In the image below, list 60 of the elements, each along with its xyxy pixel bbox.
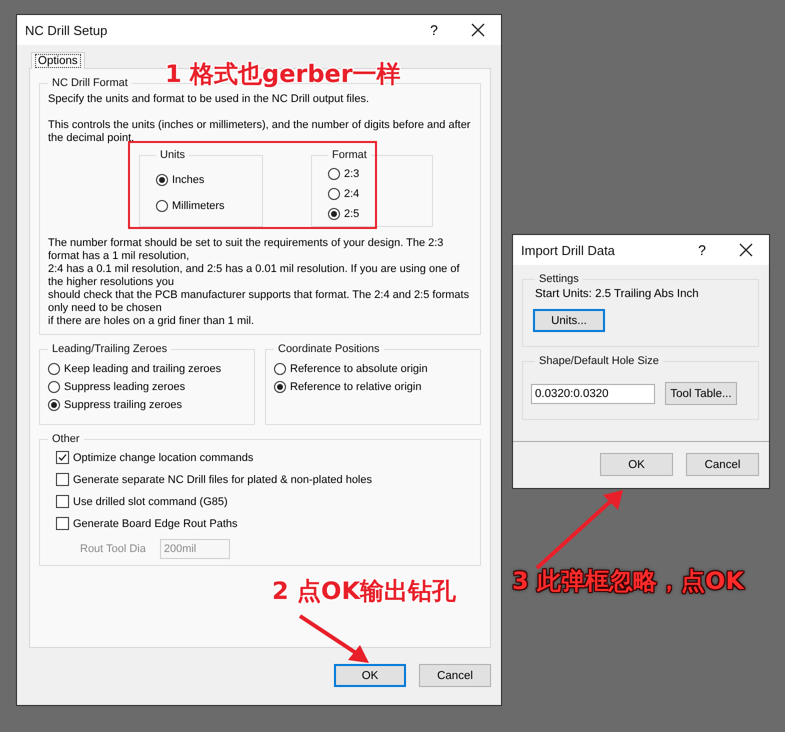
radio-icon[interactable] (156, 200, 168, 212)
radio-option[interactable]: 2:5 (328, 208, 424, 220)
radio-icon[interactable] (274, 381, 286, 393)
group-title: Settings (538, 273, 580, 285)
checkbox-icon[interactable] (56, 451, 69, 464)
field-label: Rout Tool Dia (80, 543, 146, 555)
radio-option[interactable]: Millimeters (156, 200, 254, 212)
group-title: Leading/Trailing Zeroes (51, 343, 168, 355)
dialog-button[interactable]: Cancel (686, 453, 759, 476)
close-icon[interactable] (739, 243, 753, 257)
checkbox-option[interactable]: Use drilled slot command (G85) (56, 495, 472, 508)
radio-icon[interactable] (274, 363, 286, 375)
checkbox-option[interactable]: Generate separate NC Drill files for plated & non-plated holes (56, 473, 472, 486)
close-icon[interactable] (471, 23, 485, 37)
annotation-text: 2 点OK输出钻孔 (272, 577, 456, 605)
tab[interactable]: Options (31, 52, 85, 69)
radio-option[interactable]: 2:3 (328, 168, 424, 180)
annotation-text: 1 格式也gerber一样 (165, 60, 401, 88)
radio-icon[interactable] (328, 168, 340, 180)
tool-table-button[interactable]: Tool Table... (665, 382, 737, 405)
radio-icon[interactable] (48, 381, 60, 393)
checkbox-icon[interactable] (56, 517, 69, 530)
help-button[interactable]: ? (687, 242, 717, 258)
group-title: Coordinate Positions (277, 343, 381, 355)
dialog-button[interactable]: OK (334, 664, 406, 687)
checkbox-option[interactable]: Optimize change location commands (56, 451, 472, 464)
checkbox-icon[interactable] (56, 495, 69, 508)
note-text: if there are holes on a grid finer than 1 mil. (48, 315, 256, 328)
radio-icon[interactable] (48, 363, 60, 375)
dialog-button[interactable]: Cancel (419, 664, 491, 687)
checkbox-icon[interactable] (56, 473, 69, 486)
note-text: The number format should be set to suit the requirements of your design. The 2:3 format has a 1 mil resolution, (48, 237, 444, 263)
radio-option[interactable]: Suppress leading zeroes (48, 381, 246, 393)
arrow (298, 614, 369, 663)
radio-icon[interactable] (328, 188, 340, 200)
input-field[interactable]: 0.0320:0.0320 (531, 384, 655, 404)
radio-option[interactable]: Inches (156, 174, 254, 186)
window-title: Import Drill Data (521, 242, 616, 258)
description-text: Specify the units and format to be used in the NC Drill output files. (48, 93, 370, 106)
radio-icon[interactable] (156, 174, 168, 186)
radio-option[interactable]: Suppress trailing zeroes (48, 399, 246, 411)
units-button[interactable]: Units... (533, 309, 605, 332)
group-title: Shape/Default Hole Size (538, 355, 660, 367)
group-title: NC Drill Format (51, 77, 129, 89)
window-title: NC Drill Setup (25, 22, 108, 38)
radio-icon[interactable] (328, 208, 340, 220)
settings-text: Start Units: 2.5 Trailing Abs Inch (535, 288, 700, 301)
checkbox-option[interactable]: Generate Board Edge Rout Paths (56, 517, 472, 530)
annotation-text: 3 此弹框忽略，点OK (512, 567, 744, 595)
radio-option[interactable]: Reference to absolute origin (274, 363, 472, 375)
radio-option[interactable]: Keep leading and trailing zeroes (48, 363, 246, 375)
radio-option[interactable]: Reference to relative origin (274, 381, 472, 393)
group-title: Other (51, 433, 81, 445)
description-text: This controls the units (inches or millimeters), and the number of digits before and after the decimal point. (48, 119, 472, 145)
help-button[interactable]: ? (419, 22, 449, 38)
radio-icon[interactable] (48, 399, 60, 411)
dialog-button[interactable]: OK (600, 453, 673, 476)
radio-option[interactable]: 2:4 (328, 188, 424, 200)
group-title: Format (331, 149, 368, 161)
group-title: Units (159, 149, 186, 161)
